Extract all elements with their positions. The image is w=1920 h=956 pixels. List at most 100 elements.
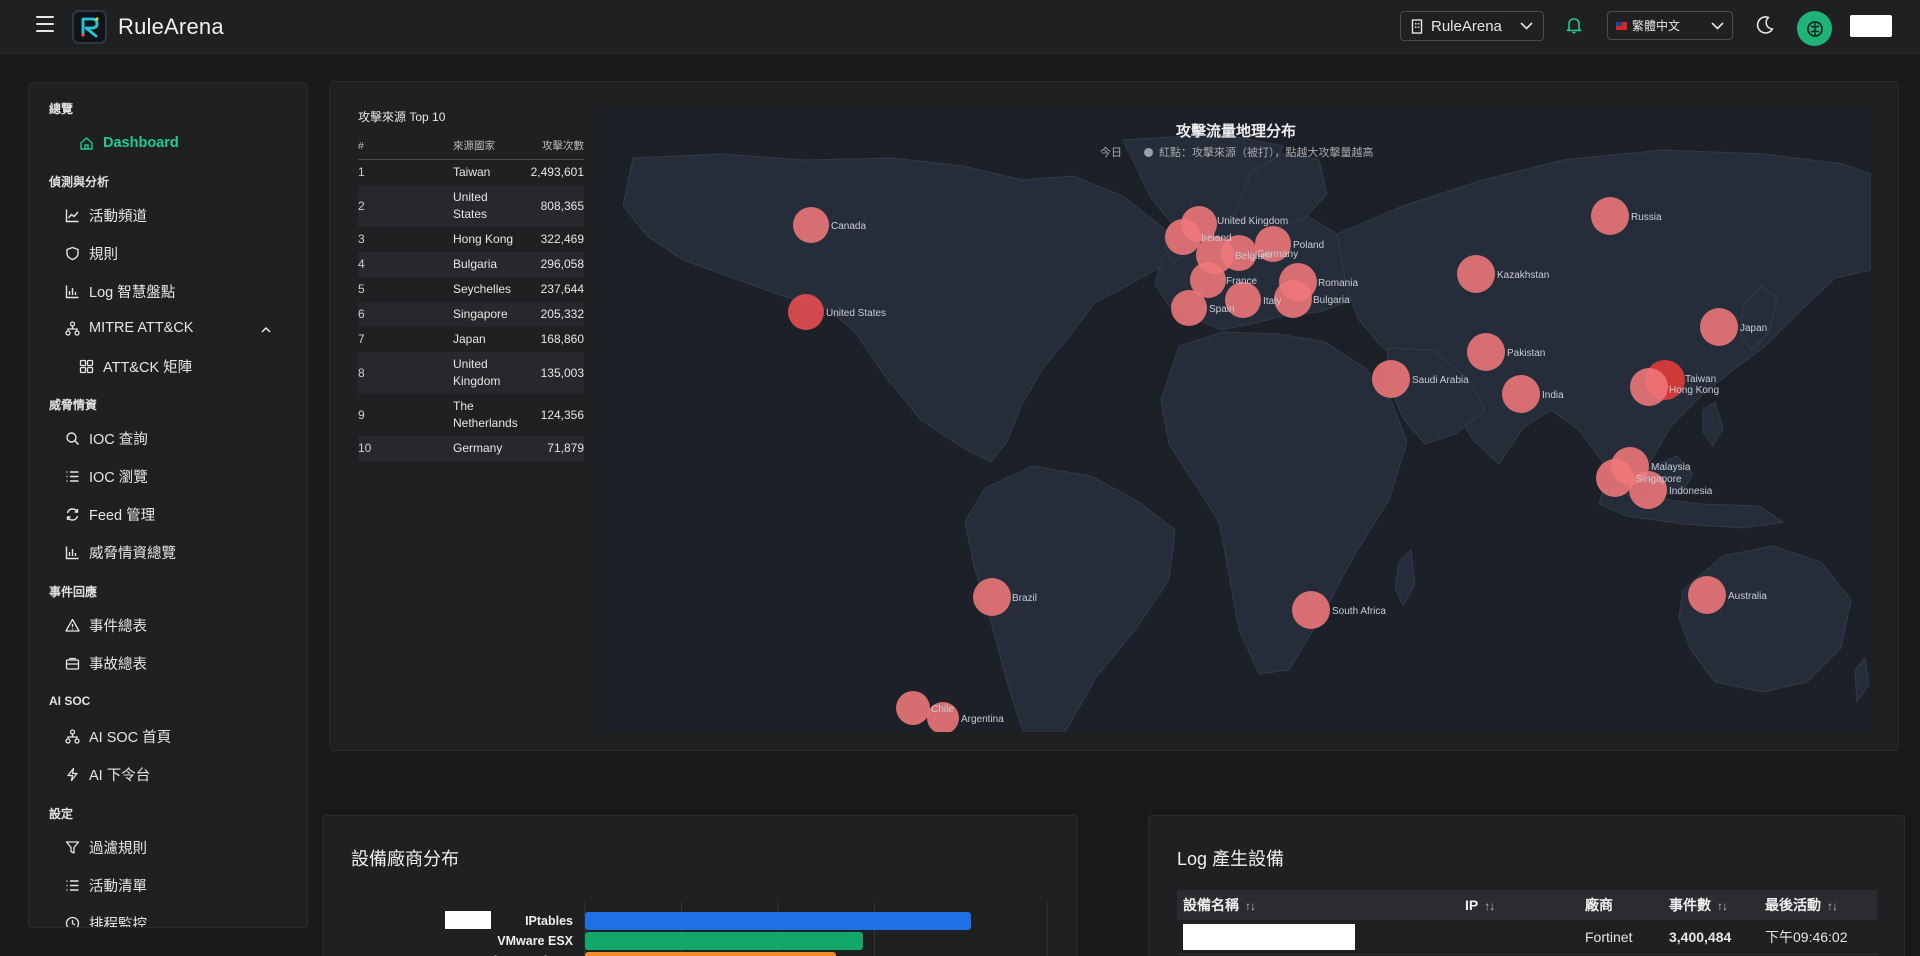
taiwan-flag-icon	[1616, 21, 1627, 30]
map-label: Ireland	[1201, 233, 1232, 244]
sidebar-item-activity-channel[interactable]: 活動頻道	[65, 204, 147, 226]
top10-table: # 來源國家 攻擊次數 1 Taiwan 2,493,601 2 United Stat…	[358, 133, 584, 461]
map-bubble-australia[interactable]	[1688, 576, 1726, 614]
cell-country: Bulgaria	[453, 252, 525, 277]
cell-count: 237,644	[540, 282, 584, 296]
map-bubble-saudi-arabia[interactable]	[1372, 360, 1410, 398]
map-bubble-japan[interactable]	[1700, 308, 1738, 346]
network-icon	[65, 728, 80, 744]
sidebar-item-attack-matrix[interactable]: ATT&CK 矩陣	[79, 355, 192, 377]
sidebar-item-activity-list[interactable]: 活動清單	[65, 874, 147, 896]
map-label: Japan	[1740, 323, 1767, 334]
col-last-activity[interactable]: 最後活動 ↑↓	[1759, 890, 1877, 920]
vendor-category-label: VMware ESX	[497, 934, 573, 948]
cell-rank: 1	[358, 165, 365, 179]
user-menu-redacted[interactable]	[1850, 15, 1892, 37]
map-label: Malaysia	[1651, 462, 1691, 473]
alert-icon	[65, 618, 80, 632]
top-bar: RuleArena RuleArena 繁體中文	[0, 0, 1920, 54]
bell-icon[interactable]	[1566, 16, 1582, 34]
table-row[interactable]: Fortinet 3,400,484 下午09:46:02	[1177, 920, 1877, 955]
world-map[interactable]: Canada United States Brazil Chile Argentina I…	[603, 110, 1872, 734]
network-icon	[65, 320, 80, 336]
sort-icon[interactable]: ↑↓	[1245, 899, 1256, 913]
map-bubble-south-africa[interactable]	[1292, 591, 1330, 629]
menu-icon[interactable]	[36, 16, 54, 32]
sidebar-item-ai-soc-home[interactable]: AI SOC 首頁	[65, 725, 171, 747]
vendor-bar-0[interactable]	[585, 912, 971, 930]
table-row: 1 Taiwan 2,493,601	[358, 160, 584, 186]
device-name-redacted	[1177, 920, 1459, 955]
tenant-select[interactable]: RuleArena	[1400, 11, 1544, 41]
map-bubble-canada[interactable]	[793, 207, 829, 243]
map-bubble-hong-kong[interactable]	[1630, 368, 1668, 406]
map-label: United Kingdom	[1217, 216, 1288, 227]
sort-icon[interactable]: ↑↓	[1717, 899, 1728, 913]
moon-icon[interactable]	[1755, 15, 1775, 35]
table-row: 7 Japan 168,860	[358, 327, 584, 352]
sort-icon[interactable]: ↑↓	[1484, 899, 1495, 913]
sidebar-item-ai-command[interactable]: AI 下令台	[65, 763, 150, 785]
legend-dot-icon	[1144, 147, 1153, 157]
col-ip[interactable]: IP ↑↓	[1459, 890, 1579, 920]
sidebar-item-incident-list[interactable]: 事故總表	[65, 652, 147, 674]
sidebar-item-threat-intel-overview[interactable]: 威脅情資總覽	[65, 541, 176, 563]
col-vendor: 廠商	[1579, 890, 1663, 920]
device-ip	[1459, 920, 1579, 955]
col-device-name[interactable]: 設備名稱 ↑↓	[1177, 890, 1459, 920]
avatar[interactable]	[1797, 11, 1832, 46]
map-bubble-united-states[interactable]	[788, 294, 824, 330]
cell-country: Japan	[453, 332, 486, 346]
land-new-zealand	[1854, 656, 1870, 704]
cell-count: 296,058	[525, 252, 584, 277]
map-label: Australia	[1728, 591, 1767, 602]
map-bubble-singapore[interactable]	[1596, 459, 1634, 497]
table-row: 2 United States 808,365	[358, 185, 584, 227]
sidebar-item-dashboard[interactable]: Dashboard	[79, 132, 179, 154]
sidebar-item-ioc-query[interactable]: IOC 查詢	[65, 427, 148, 449]
sidebar-item-filter-rules[interactable]: 過濾規則	[65, 836, 147, 858]
map-bubble-pakistan[interactable]	[1467, 333, 1505, 371]
sidebar-item-log-inventory[interactable]: Log 智慧盤點	[65, 280, 175, 302]
cell-count: 205,332	[525, 302, 584, 327]
map-bubble-russia[interactable]	[1591, 197, 1629, 235]
sidebar-item-feed-management[interactable]: Feed 管理	[65, 503, 155, 525]
land-philippines	[1702, 401, 1724, 447]
map-bubble-chile[interactable]	[896, 691, 930, 725]
sort-icon[interactable]: ↑↓	[1827, 899, 1838, 913]
shield-icon	[66, 246, 79, 260]
filter-icon	[65, 840, 80, 854]
land-australia	[1678, 545, 1852, 693]
language-select[interactable]: 繁體中文	[1607, 11, 1733, 40]
vendor-bar-chart[interactable]: IPtablesVMware ESXFortinet Fortigate	[323, 882, 1078, 956]
map-legend: 今日 紅點：攻擊來源（被打），點越大攻擊量越高	[1100, 144, 1374, 160]
map-bubble-india[interactable]	[1502, 375, 1540, 413]
table-row: 8 United Kingdom 135,003	[358, 352, 584, 394]
sidebar-item-event-list[interactable]: 事件總表	[65, 614, 147, 636]
map-label: Pakistan	[1507, 348, 1545, 359]
map-bubble-brazil[interactable]	[973, 578, 1011, 616]
briefcase-icon	[65, 657, 80, 670]
map-bubble-kazakhstan[interactable]	[1457, 255, 1495, 293]
map-label: Italy	[1263, 296, 1281, 307]
map-bubble-spain[interactable]	[1171, 290, 1207, 326]
sidebar-item-rules[interactable]: 規則	[65, 242, 118, 264]
chevron-up-icon[interactable]	[261, 327, 271, 333]
world-map-svg[interactable]: Canada United States Brazil Chile Argentina I…	[603, 110, 1872, 734]
bar-chart-icon	[65, 285, 79, 298]
vendor-bar-2[interactable]	[585, 952, 836, 956]
cell-country: Seychelles	[453, 282, 512, 296]
map-label: Romania	[1318, 278, 1358, 289]
vendor-bar-1[interactable]	[585, 932, 863, 950]
map-label: Singapore	[1636, 474, 1682, 485]
vendor-category-label: IPtables	[525, 914, 573, 928]
sidebar-item-ioc-browse[interactable]: IOC 瀏覽	[65, 465, 148, 487]
sidebar-item-schedule-monitor[interactable]: 排程監控	[65, 912, 147, 927]
brand-name: RuleArena	[118, 14, 224, 39]
vendor-distribution-card: 設備廠商分布 IPtablesVMware ESXFortinet Fortig…	[322, 815, 1078, 956]
col-rank: #	[358, 133, 453, 160]
col-events[interactable]: 事件數 ↑↓	[1663, 890, 1759, 920]
top10-panel: 攻擊來源 Top 10 # 來源國家 攻擊次數 1 Taiwan 2,493,601…	[358, 108, 584, 461]
vendor-title: 設備廠商分布	[351, 849, 459, 869]
sidebar-item-mitre-attack[interactable]: MITRE ATT&CK	[65, 317, 193, 339]
